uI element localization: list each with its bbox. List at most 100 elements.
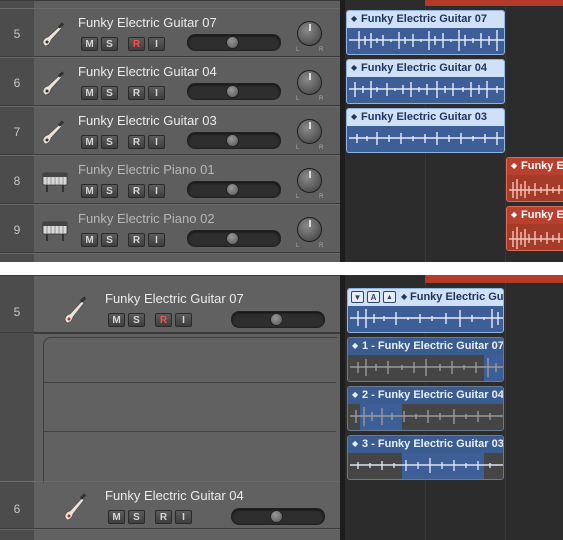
- red-region-fragment[interactable]: [425, 275, 563, 283]
- input-monitor-button[interactable]: I: [175, 313, 192, 327]
- mute-button[interactable]: M: [81, 86, 98, 100]
- region-disclosure-icon: ◆: [352, 439, 359, 448]
- record-enable-button[interactable]: R: [128, 37, 145, 51]
- volume-fader[interactable]: [187, 230, 281, 247]
- volume-fader[interactable]: [187, 132, 281, 149]
- record-enable-button[interactable]: R: [128, 86, 145, 100]
- track-header[interactable]: 6 Funky Electric Guitar 04 M S R I: [0, 481, 340, 529]
- take-label: 3 - Funky Electric Guitar 03: [348, 436, 503, 453]
- mute-button[interactable]: M: [81, 37, 98, 51]
- waveform: [350, 309, 503, 328]
- volume-fader[interactable]: [231, 508, 325, 525]
- input-monitor-button[interactable]: I: [148, 135, 165, 149]
- track-header[interactable]: 6 Funky Electric Guitar 04 M S R I L R: [0, 57, 340, 106]
- record-enable-button[interactable]: R: [155, 510, 172, 524]
- mute-button[interactable]: M: [108, 313, 125, 327]
- audio-region[interactable]: Funky Electric Guitar 04 ◆: [346, 59, 505, 104]
- track-name[interactable]: Funky Electric Guitar 04: [105, 488, 244, 503]
- track-name[interactable]: Funky Electric Piano 01: [78, 162, 215, 177]
- region-disclosure-icon: ◆: [401, 292, 408, 301]
- mute-button[interactable]: M: [81, 233, 98, 247]
- pan-knob[interactable]: [297, 217, 322, 242]
- take-lane-region[interactable]: 3 - Funky Electric Guitar 03 ◆: [347, 435, 504, 480]
- record-enable-button[interactable]: R: [128, 184, 145, 198]
- track-header[interactable]: 5 Funky Electric Guitar 07 M S R I: [0, 285, 340, 333]
- record-enable-button[interactable]: R: [128, 233, 145, 247]
- audio-region[interactable]: Funky El ◆: [506, 157, 563, 202]
- waveform: [349, 132, 504, 145]
- pan-left-label: L: [296, 194, 300, 200]
- track-name[interactable]: Funky Electric Piano 02: [78, 211, 215, 226]
- track-name[interactable]: Funky Electric Guitar 07: [105, 291, 244, 306]
- mute-button[interactable]: M: [81, 184, 98, 198]
- track-header-partial: [0, 529, 340, 540]
- electric-piano-icon: [40, 169, 70, 198]
- take-label: 2 - Funky Electric Guitar 04: [348, 387, 503, 404]
- waveform: [350, 407, 503, 426]
- audio-region[interactable]: Funky Electric Guitar 03 ◆: [346, 108, 505, 153]
- waveform: [349, 81, 504, 98]
- pan-right-label: R: [319, 243, 324, 249]
- track-header[interactable]: 9 Funky Electric Piano 02 M S R I L R: [0, 204, 340, 253]
- record-enable-button[interactable]: R: [128, 135, 145, 149]
- solo-button[interactable]: S: [101, 135, 118, 149]
- red-region-fragment[interactable]: [425, 0, 563, 6]
- pan-knob[interactable]: [297, 70, 322, 95]
- pan-knob[interactable]: [297, 21, 322, 46]
- take-lane-region[interactable]: 1 - Funky Electric Guitar 07 ◆: [347, 337, 504, 382]
- mute-button[interactable]: M: [108, 510, 125, 524]
- solo-button[interactable]: S: [101, 86, 118, 100]
- track-header[interactable]: 7 Funky Electric Guitar 03 M S R I L R: [0, 106, 340, 155]
- track-number: 9: [13, 223, 21, 237]
- pan-knob[interactable]: [297, 119, 322, 144]
- track-name[interactable]: Funky Electric Guitar 03: [78, 113, 217, 128]
- pan-left-label: L: [296, 47, 300, 53]
- input-monitor-button[interactable]: I: [148, 184, 165, 198]
- input-monitor-button[interactable]: I: [175, 510, 192, 524]
- quick-swipe-comp-icon[interactable]: ▲: [383, 291, 396, 303]
- take-folder-region[interactable]: Funky Electric Gu ▼ A ▲ ◆: [347, 288, 504, 333]
- region-label: Funky Electric Guitar 03: [347, 109, 504, 126]
- solo-button[interactable]: S: [101, 233, 118, 247]
- input-monitor-button[interactable]: I: [148, 37, 165, 51]
- region-disclosure-icon: ◆: [511, 161, 518, 170]
- track-number: 7: [13, 125, 21, 139]
- audio-region[interactable]: Funky El ◆: [506, 206, 563, 251]
- take-lane-region[interactable]: 2 - Funky Electric Guitar 04 ◆: [347, 386, 504, 431]
- guitar-icon: [62, 491, 90, 528]
- mute-button[interactable]: M: [81, 135, 98, 149]
- volume-fader[interactable]: [231, 311, 325, 328]
- solo-button[interactable]: S: [101, 37, 118, 51]
- quick-swipe-button[interactable]: A: [367, 291, 380, 303]
- tracks-view-top: 5 Funky Electric Guitar 07 M S R I L R 6…: [0, 0, 563, 262]
- pan-right-label: R: [319, 145, 324, 151]
- waveform: [509, 227, 563, 249]
- electric-piano-icon: [40, 218, 70, 247]
- audio-region[interactable]: Funky Electric Guitar 07 ◆: [346, 10, 505, 55]
- take-lanes-bracket: [43, 337, 337, 483]
- region-disclosure-icon: ◆: [351, 14, 358, 23]
- track-name[interactable]: Funky Electric Guitar 04: [78, 64, 217, 79]
- track-header-partial: [0, 275, 340, 276]
- input-monitor-button[interactable]: I: [148, 86, 165, 100]
- pan-right-label: R: [319, 194, 324, 200]
- take-label: 1 - Funky Electric Guitar 07: [348, 338, 503, 355]
- volume-fader[interactable]: [187, 34, 281, 51]
- solo-button[interactable]: S: [101, 184, 118, 198]
- track-header[interactable]: 8 Funky Electric Piano 01 M S R I L R: [0, 155, 340, 204]
- track-name[interactable]: Funky Electric Guitar 07: [78, 15, 217, 30]
- volume-fader[interactable]: [187, 83, 281, 100]
- input-monitor-button[interactable]: I: [148, 233, 165, 247]
- volume-fader[interactable]: [187, 181, 281, 198]
- region-disclosure-icon: ◆: [352, 341, 359, 350]
- take-folder-menu-icon[interactable]: ▼: [351, 291, 364, 303]
- pan-knob[interactable]: [297, 168, 322, 193]
- solo-button[interactable]: S: [128, 510, 145, 524]
- waveform: [350, 358, 503, 377]
- track-header-partial: [0, 0, 340, 1]
- track-header-partial: [0, 253, 340, 262]
- record-enable-button[interactable]: R: [155, 313, 172, 327]
- region-disclosure-icon: ◆: [511, 210, 518, 219]
- track-header[interactable]: 5 Funky Electric Guitar 07 M S R I L R: [0, 8, 340, 57]
- solo-button[interactable]: S: [128, 313, 145, 327]
